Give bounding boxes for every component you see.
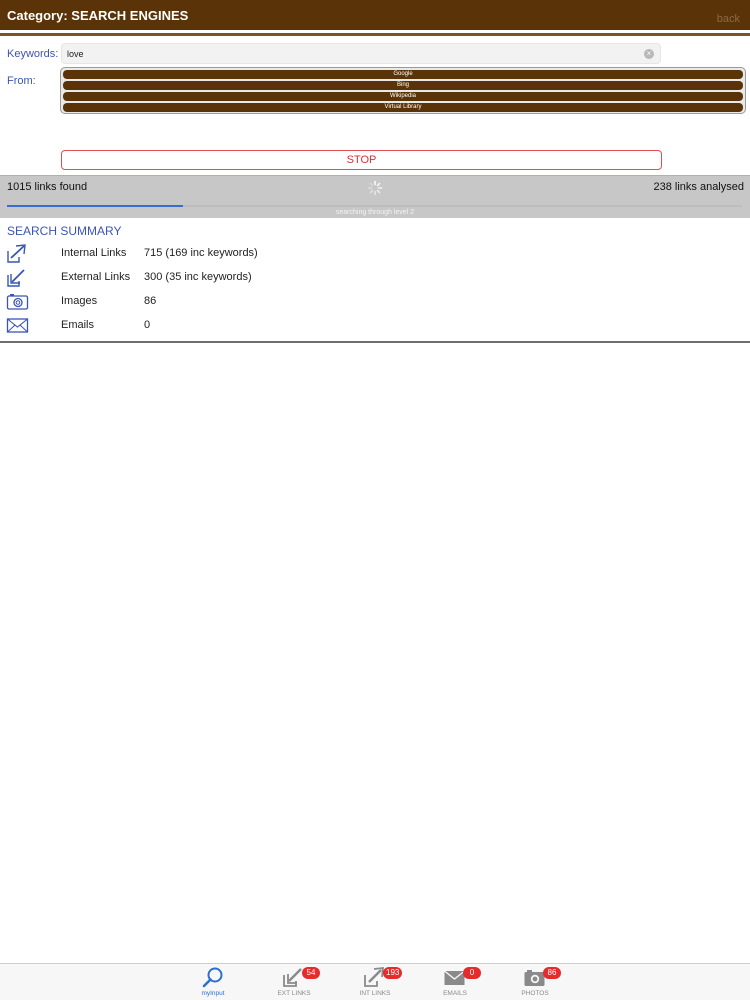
from-label: From: [7, 75, 36, 87]
source-item-virtual-library[interactable]: Virtual Library [63, 103, 743, 112]
summary-row-value: 300 (35 inc keywords) [144, 271, 252, 283]
tab-int-links[interactable]: 193 INT LINKS [345, 964, 405, 1000]
summary-row-internal-links: Internal Links 715 (169 inc keywords) [0, 243, 750, 265]
loading-spinner-icon [367, 180, 383, 196]
back-button[interactable]: back [717, 13, 740, 25]
search-summary: SEARCH SUMMARY Internal Links 715 (169 i… [0, 219, 750, 343]
summary-row-value: 715 (169 inc keywords) [144, 247, 258, 259]
tab-ext-links[interactable]: 54 EXT LINKS [264, 964, 324, 1000]
progress-bar [7, 205, 742, 207]
tab-label: myInput [201, 990, 225, 997]
photos-badge: 86 [543, 967, 561, 979]
summary-row-emails: Emails 0 [0, 315, 750, 337]
search-status-bar: 1015 links found 238 links analysed sear… [0, 175, 750, 218]
envelope-icon [6, 318, 29, 333]
source-list: Google Bing Wikipedia Virtual Library [60, 67, 746, 114]
page-title: Category: SEARCH ENGINES [7, 7, 189, 23]
summary-row-value: 86 [144, 295, 157, 307]
search-icon [202, 967, 223, 988]
int-links-badge: 193 [383, 967, 403, 979]
camera-icon [6, 294, 29, 310]
summary-row-label: Emails [61, 319, 95, 331]
stop-button[interactable]: STOP [61, 150, 662, 170]
ext-links-badge: 54 [302, 967, 320, 979]
tab-label: EXT LINKS [277, 990, 311, 997]
source-item-bing[interactable]: Bing [63, 81, 743, 90]
tab-my-input[interactable]: myInput [183, 964, 243, 1000]
summary-row-label: External Links [61, 271, 131, 283]
title-bar: Category: SEARCH ENGINES back [0, 0, 750, 33]
clear-icon[interactable]: × [644, 49, 654, 59]
tab-photos[interactable]: 86 PHOTOS [505, 964, 565, 1000]
summary-row-label: Images [61, 295, 98, 307]
tab-bar: myInput 54 EXT LINKS 193 INT LINKS 0 EMA… [0, 963, 750, 1000]
summary-row-external-links: External Links 300 (35 inc keywords) [0, 267, 750, 289]
tab-emails[interactable]: 0 EMAILS [425, 964, 485, 1000]
tab-label: EMAILS [443, 990, 467, 997]
keywords-value: love [67, 49, 84, 59]
tab-label: INT LINKS [359, 990, 391, 997]
keywords-label: Keywords: [7, 48, 59, 60]
summary-row-label: Internal Links [61, 247, 127, 259]
internal-link-icon [7, 244, 26, 263]
tab-label: PHOTOS [521, 990, 549, 997]
summary-row-value: 0 [144, 319, 151, 331]
emails-badge: 0 [463, 967, 481, 979]
search-form: Keywords: love × From: Google Bing Wikip… [0, 36, 750, 174]
external-link-icon [7, 269, 25, 287]
links-analysed-count: 238 links analysed [653, 181, 744, 193]
summary-row-images: Images 86 [0, 291, 750, 313]
source-item-google[interactable]: Google [63, 70, 743, 79]
summary-title: SEARCH SUMMARY [7, 224, 122, 238]
status-message: searching through level 2 [335, 209, 415, 216]
links-found-count: 1015 links found [7, 181, 88, 193]
keywords-input[interactable]: love × [61, 43, 661, 64]
progress-fill [7, 205, 184, 207]
source-item-wikipedia[interactable]: Wikipedia [63, 92, 743, 101]
